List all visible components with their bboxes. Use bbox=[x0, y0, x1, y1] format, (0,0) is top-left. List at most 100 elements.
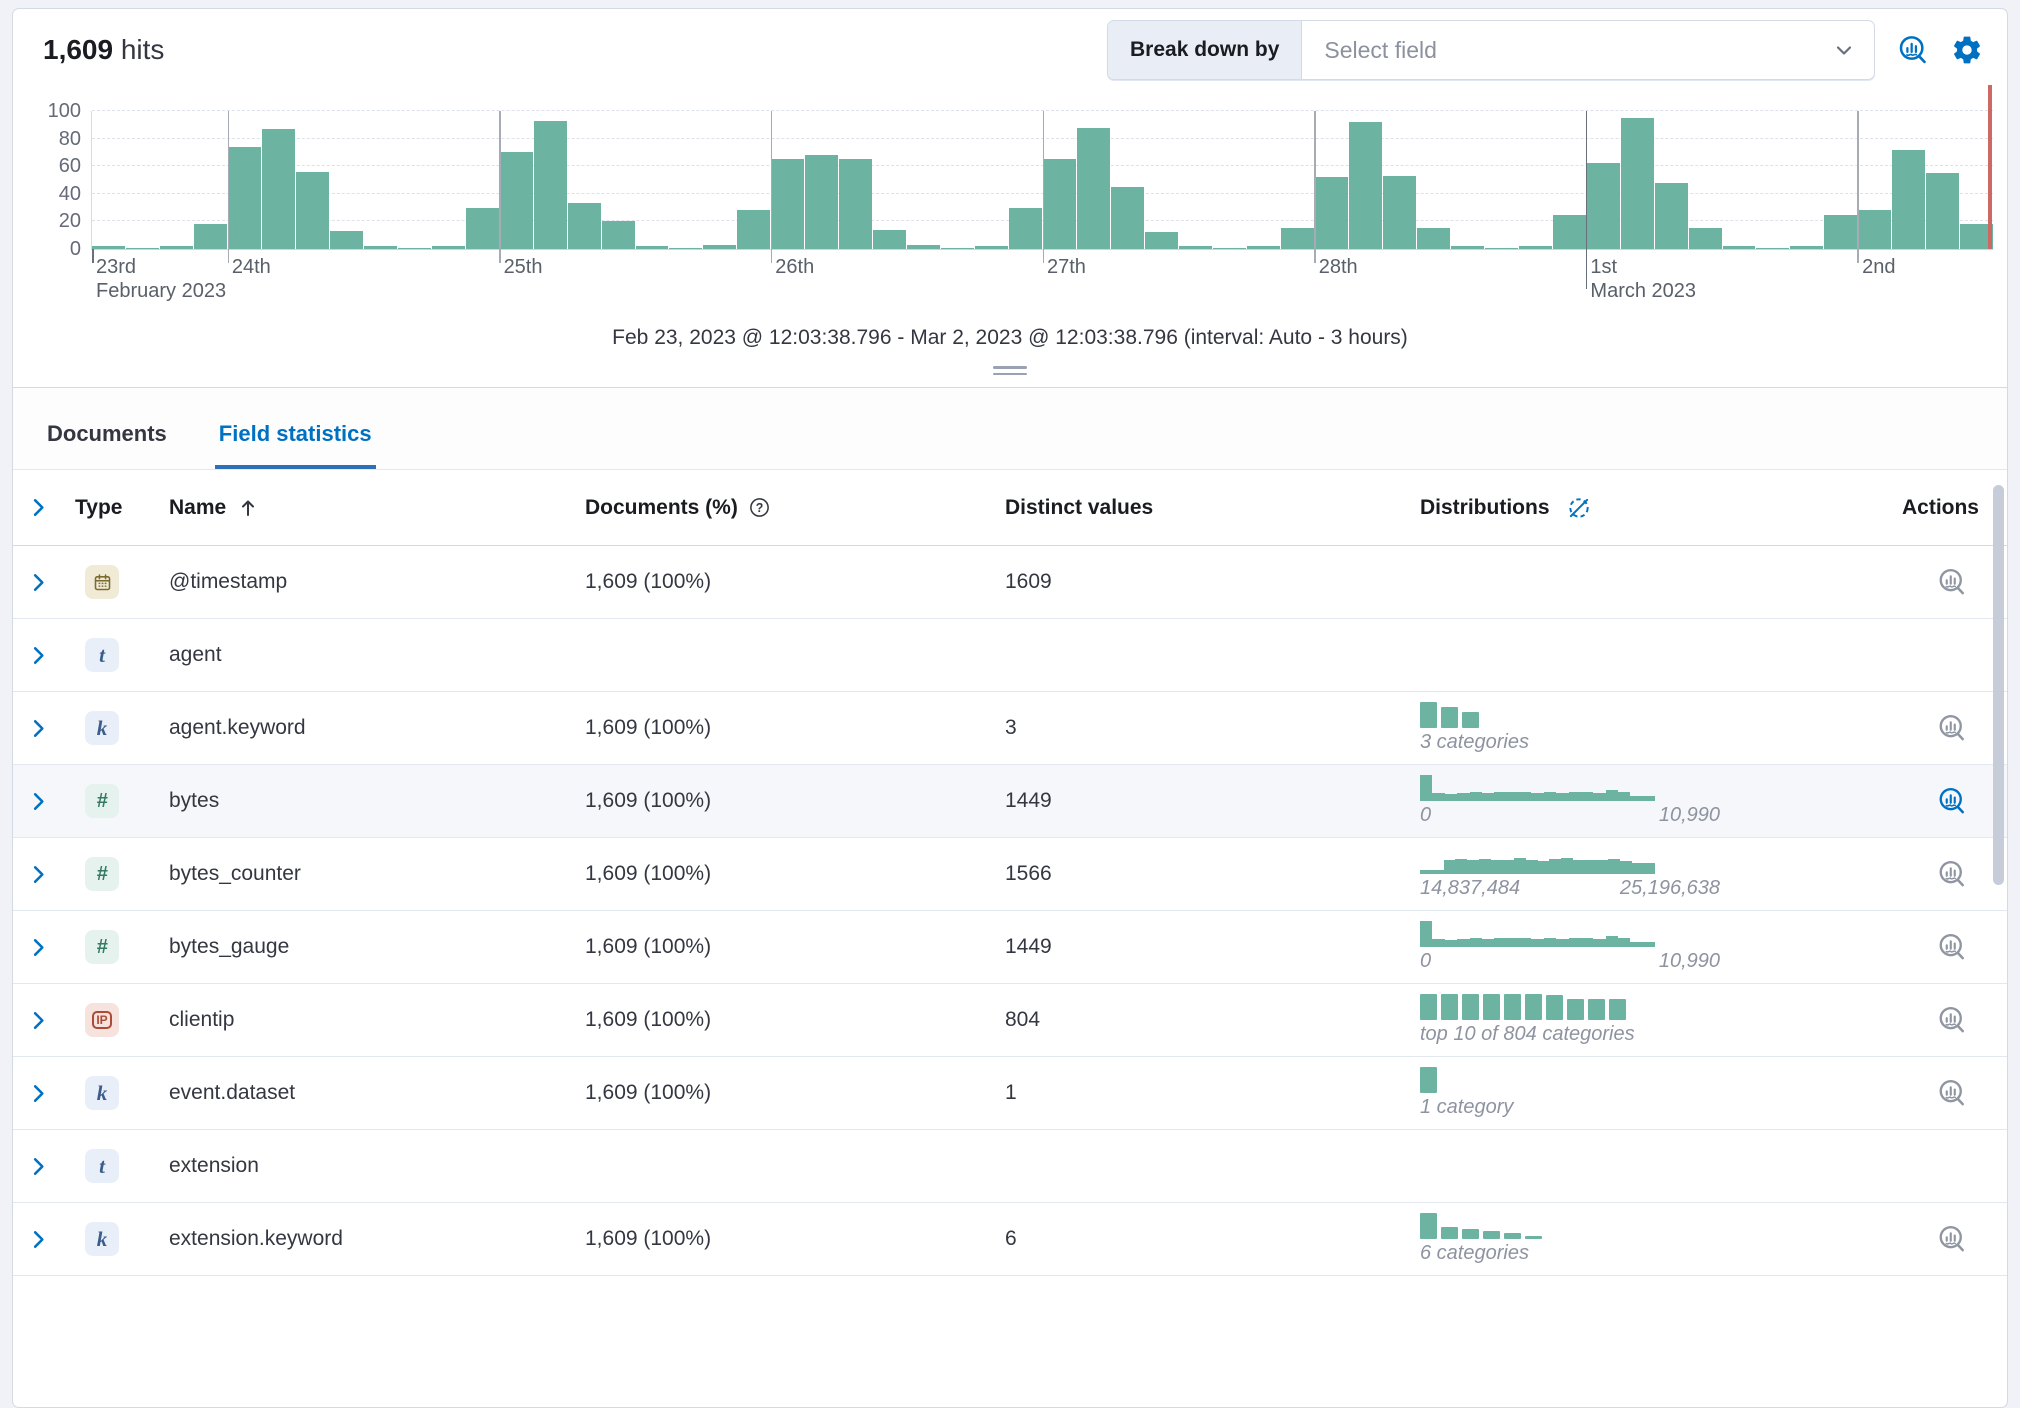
histogram-bar bbox=[1519, 246, 1552, 249]
x-axis-label: 27th bbox=[1047, 256, 1086, 279]
distinct-values: 3 bbox=[991, 716, 1406, 740]
histogram-mini-bar bbox=[1556, 793, 1568, 801]
histogram-mini-bar bbox=[1507, 792, 1519, 801]
histogram-mini-bar bbox=[1445, 794, 1457, 801]
x-axis-label: 2nd bbox=[1862, 256, 1895, 279]
chevron-down-icon bbox=[1832, 38, 1856, 62]
expand-row-button[interactable] bbox=[27, 717, 50, 740]
histogram-bar bbox=[907, 245, 940, 249]
histogram-mini-bar bbox=[1507, 938, 1519, 947]
category-bar bbox=[1441, 1227, 1458, 1239]
table-row: k agent.keyword 1,609 (100%) 3 3 categor… bbox=[13, 692, 2007, 765]
expand-row-button[interactable] bbox=[27, 1009, 50, 1032]
distribution-histogram-chart bbox=[1420, 775, 1655, 801]
category-bar bbox=[1462, 712, 1479, 728]
distribution-categories-chart bbox=[1420, 1067, 1861, 1093]
histogram-bar bbox=[839, 159, 872, 249]
x-axis-label: 25th bbox=[504, 256, 543, 279]
explore-field-statistics-button[interactable] bbox=[1937, 859, 1967, 889]
explore-field-statistics-button[interactable] bbox=[1937, 1224, 1967, 1254]
category-bar bbox=[1504, 1233, 1521, 1239]
explore-field-statistics-button[interactable] bbox=[1937, 786, 1967, 816]
histogram-mini-bar bbox=[1585, 860, 1597, 874]
histogram-bar bbox=[975, 246, 1008, 249]
category-bar bbox=[1546, 995, 1563, 1020]
day-gridline bbox=[771, 111, 773, 249]
histogram-bar bbox=[262, 129, 295, 249]
explore-field-statistics-button[interactable] bbox=[1937, 1078, 1967, 1108]
histogram-mini-bar bbox=[1618, 938, 1630, 947]
histogram-bar bbox=[1553, 215, 1586, 250]
expand-row-button[interactable] bbox=[27, 790, 50, 813]
field-name: extension bbox=[151, 1154, 571, 1178]
field-statistics-icon[interactable] bbox=[1897, 34, 1929, 66]
expand-row-button[interactable] bbox=[27, 1228, 50, 1251]
distribution-label: 3 categories bbox=[1420, 731, 1861, 754]
table-row: # bytes 1,609 (100%) 1449 010,990 bbox=[13, 765, 2007, 838]
header-name[interactable]: Name bbox=[151, 496, 571, 520]
hits-count: 1,609 hits bbox=[43, 34, 164, 66]
histogram-mini-bar bbox=[1444, 860, 1456, 874]
y-axis-tick: 60 bbox=[59, 155, 81, 178]
distribution-toggle-icon[interactable] bbox=[1566, 495, 1592, 521]
scrollbar-thumb[interactable] bbox=[1993, 485, 2004, 885]
day-gridline bbox=[499, 111, 501, 249]
table-row: @timestamp 1,609 (100%) 1609 bbox=[13, 546, 2007, 619]
expand-row-button[interactable] bbox=[27, 1155, 50, 1178]
histogram-mini-bar bbox=[1467, 860, 1479, 874]
distribution-label: 6 categories bbox=[1420, 1242, 1861, 1265]
field-name: bytes_gauge bbox=[151, 935, 571, 959]
day-gridline bbox=[1314, 111, 1316, 249]
histogram-plot[interactable] bbox=[91, 111, 1993, 250]
histogram-bar bbox=[636, 246, 669, 249]
question-circle-icon[interactable]: ? bbox=[748, 496, 771, 519]
keyword-type-icon: k bbox=[85, 1222, 119, 1256]
number-type-icon: # bbox=[85, 857, 119, 891]
breakdown-control: Break down by Select field bbox=[1107, 20, 1875, 80]
day-gridline bbox=[1043, 111, 1045, 249]
tab-field-statistics[interactable]: Field statistics bbox=[215, 421, 376, 469]
category-bar bbox=[1483, 1231, 1500, 1239]
date-type-icon bbox=[85, 565, 119, 599]
expand-row-button[interactable] bbox=[27, 571, 50, 594]
histogram-mini-bar bbox=[1482, 939, 1494, 947]
explore-field-statistics-button[interactable] bbox=[1937, 1005, 1967, 1035]
day-gridline bbox=[228, 111, 230, 249]
resize-handle[interactable] bbox=[993, 366, 1027, 375]
histogram-mini-bar bbox=[1482, 793, 1494, 801]
explore-field-statistics-button[interactable] bbox=[1937, 567, 1967, 597]
category-bar bbox=[1420, 702, 1437, 728]
histogram-mini-bar bbox=[1593, 793, 1605, 801]
y-axis: 020406080100 bbox=[27, 111, 91, 249]
expand-row-button[interactable] bbox=[27, 936, 50, 959]
histogram-bar bbox=[1111, 187, 1144, 249]
distribution-range-labels: 14,837,48425,196,638 bbox=[1420, 877, 1720, 900]
chart-controls: Break down by Select field bbox=[1107, 20, 1983, 80]
y-axis-tick: 40 bbox=[59, 183, 81, 206]
explore-field-statistics-button[interactable] bbox=[1937, 713, 1967, 743]
header-documents: Documents (%) ? bbox=[571, 496, 991, 520]
histogram-section: 1,609 hits Break down by Select field bbox=[13, 9, 2007, 388]
table-row: k extension.keyword 1,609 (100%) 6 6 cat… bbox=[13, 1203, 2007, 1276]
explore-field-statistics-button[interactable] bbox=[1937, 932, 1967, 962]
category-bar bbox=[1567, 999, 1584, 1020]
expand-row-button[interactable] bbox=[27, 863, 50, 886]
histogram-bar bbox=[1926, 173, 1959, 249]
category-bar bbox=[1462, 994, 1479, 1020]
table-row: k event.dataset 1,609 (100%) 1 1 categor… bbox=[13, 1057, 2007, 1130]
category-bar bbox=[1525, 1236, 1542, 1239]
histogram-bar bbox=[1417, 228, 1450, 249]
table-header: Type Name Documents (%) ? Distinct value… bbox=[13, 470, 2007, 546]
gear-icon[interactable] bbox=[1951, 34, 1983, 66]
expand-row-button[interactable] bbox=[27, 644, 50, 667]
histogram-bar bbox=[194, 224, 227, 249]
expand-all-button[interactable] bbox=[27, 496, 50, 519]
breakdown-select[interactable]: Select field bbox=[1302, 21, 1874, 79]
histogram-bar bbox=[1485, 248, 1518, 250]
tab-documents[interactable]: Documents bbox=[43, 421, 171, 469]
expand-row-button[interactable] bbox=[27, 1082, 50, 1105]
histogram-bar bbox=[1790, 246, 1823, 249]
header-type: Type bbox=[75, 496, 151, 520]
histogram-mini-bar bbox=[1470, 938, 1482, 947]
documents-percent: 1,609 (100%) bbox=[571, 716, 991, 740]
